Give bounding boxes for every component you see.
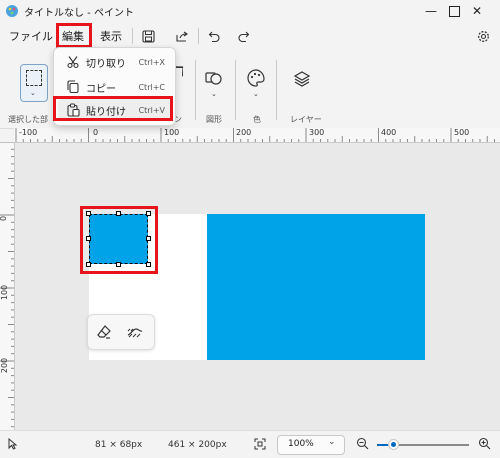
chevron-down-icon[interactable]: ⌄ bbox=[211, 90, 217, 98]
selection-group-label: 選択した部 bbox=[8, 115, 48, 124]
floating-toolbar bbox=[87, 314, 155, 350]
eraser-icon[interactable] bbox=[96, 324, 112, 343]
ruler-top-label: 500 bbox=[454, 128, 470, 137]
layers-icon[interactable] bbox=[293, 70, 311, 91]
ruler-left-label: 200 bbox=[0, 357, 10, 374]
undo-icon[interactable] bbox=[205, 27, 223, 45]
cursor-icon bbox=[8, 437, 18, 453]
paste-highlight bbox=[53, 96, 173, 121]
selection-size: 81 × 68px bbox=[95, 440, 143, 450]
divider bbox=[198, 28, 199, 44]
ruler-left: 0 100 200 bbox=[0, 142, 15, 430]
ruler-left-label: 100 bbox=[0, 284, 10, 301]
zoom-out-icon[interactable] bbox=[356, 437, 369, 453]
ruler-top-label: -100 bbox=[19, 128, 38, 137]
chevron-down-icon: ⌄ bbox=[328, 437, 336, 447]
menu-file[interactable]: ファイル bbox=[9, 22, 53, 50]
title-bar: タイトルなし - ペイント — ✕ bbox=[0, 0, 500, 22]
zoom-in-icon[interactable] bbox=[478, 437, 491, 453]
canvas-size: 461 × 200px bbox=[168, 440, 227, 450]
shortcut-label: Ctrl+C bbox=[138, 82, 165, 92]
ruler-top-label: 100 bbox=[164, 128, 180, 137]
ruler-top-label: 200 bbox=[236, 128, 252, 137]
zoom-value: 100% bbox=[288, 439, 314, 449]
share-icon[interactable] bbox=[173, 27, 191, 45]
edit-menu-highlight bbox=[56, 23, 92, 48]
menu-item-copy[interactable]: コピー Ctrl+C bbox=[58, 76, 171, 98]
status-bar: 81 × 68px 461 × 200px 100% ⌄ bbox=[0, 430, 500, 458]
redo-icon[interactable] bbox=[234, 27, 252, 45]
divider bbox=[235, 60, 236, 120]
chevron-down-icon[interactable]: ⌄ bbox=[253, 90, 259, 98]
ruler-top: -100 0 100 200 300 400 500 bbox=[14, 128, 500, 143]
ruler-top-label: 0 bbox=[93, 128, 99, 137]
selection-highlight bbox=[80, 206, 158, 274]
shapes-group-label: 図形 bbox=[206, 115, 222, 124]
selection-rect-icon bbox=[26, 70, 42, 86]
chevron-down-icon: ⌄ bbox=[30, 89, 36, 97]
brush-icon-partial[interactable]: ℸ bbox=[175, 64, 184, 80]
fit-to-window-icon[interactable] bbox=[254, 438, 266, 453]
menu-view[interactable]: 表示 bbox=[100, 22, 122, 50]
zoom-slider-thumb[interactable] bbox=[388, 439, 399, 450]
menu-bar: ファイル 編集 表示 bbox=[0, 22, 500, 50]
ruler-left-label: 0 bbox=[0, 216, 8, 221]
shapes-icon[interactable] bbox=[204, 68, 224, 91]
scissors-icon bbox=[67, 56, 79, 69]
menu-item-label: 切り取り bbox=[86, 58, 126, 70]
selection-tool-button[interactable]: ⌄ bbox=[20, 64, 48, 102]
palette-icon[interactable] bbox=[246, 68, 266, 91]
transparent-select-icon[interactable] bbox=[126, 324, 144, 343]
copy-icon bbox=[67, 80, 79, 94]
blue-rectangle[interactable] bbox=[207, 214, 425, 360]
save-icon[interactable] bbox=[139, 27, 157, 45]
ruler-top-ticks bbox=[15, 128, 495, 142]
paint-app-icon bbox=[6, 5, 18, 17]
zoom-select[interactable]: 100% ⌄ bbox=[277, 435, 345, 455]
menu-item-label: コピー bbox=[86, 83, 116, 95]
settings-icon[interactable] bbox=[474, 27, 492, 45]
window-title: タイトルなし - ペイント bbox=[24, 8, 134, 19]
shortcut-label: Ctrl+X bbox=[138, 57, 165, 67]
close-icon[interactable]: ✕ bbox=[454, 0, 500, 22]
layers-group-label: レイヤー bbox=[290, 115, 322, 124]
divider bbox=[195, 60, 196, 120]
divider bbox=[132, 28, 133, 44]
menu-item-cut[interactable]: 切り取り Ctrl+X bbox=[58, 51, 171, 73]
color-group-label: 色 bbox=[253, 115, 261, 124]
divider bbox=[276, 60, 277, 120]
ruler-top-label: 300 bbox=[309, 128, 325, 137]
ruler-top-label: 400 bbox=[381, 128, 397, 137]
